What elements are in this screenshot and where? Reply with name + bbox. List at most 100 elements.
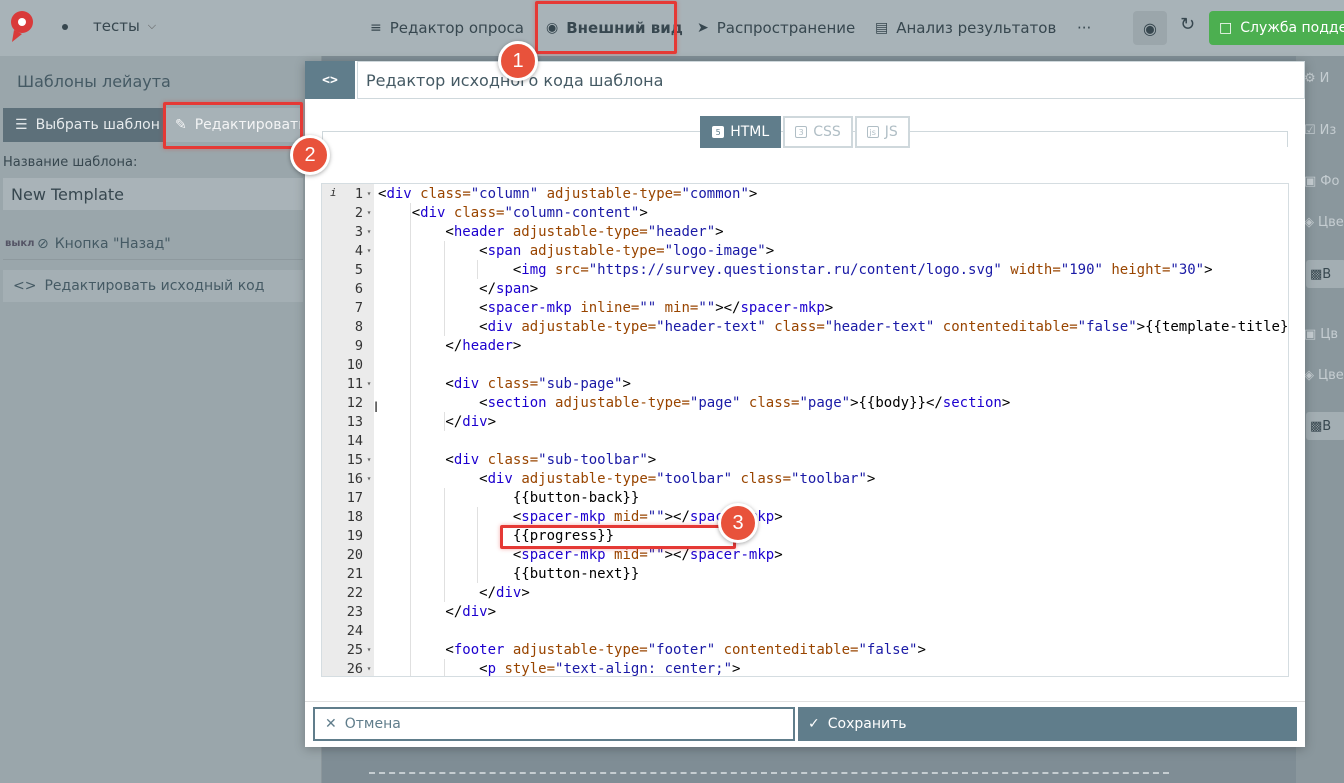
- line-number: 15: [346, 451, 363, 468]
- send-icon: ➤: [697, 20, 709, 36]
- annotation-step-badge: 1: [498, 41, 538, 81]
- more-menu-button[interactable]: ···: [1077, 0, 1091, 56]
- project-label: тесты: [93, 17, 140, 35]
- code-text: {{button-next}}: [512, 565, 640, 582]
- app-logo-icon[interactable]: [8, 10, 36, 44]
- nav-distribution[interactable]: ➤ Распространение: [697, 0, 855, 56]
- code-line: 9 </header>: [322, 336, 1288, 355]
- code-text: <div class="sub-page">: [378, 375, 631, 392]
- line-number: 19: [346, 527, 363, 544]
- nav-survey-editor[interactable]: ≡ Редактор опроса: [370, 0, 524, 56]
- sidebar-item[interactable]: ▣ Фо: [1304, 167, 1339, 195]
- sync-button[interactable]: ↻: [1180, 14, 1195, 35]
- line-number: 6: [354, 280, 363, 297]
- sidebar-item-label: Цве: [1318, 367, 1344, 383]
- code-text: </div>: [378, 413, 497, 430]
- sidebar-item-label: В: [1322, 418, 1332, 434]
- tab-label: CSS: [813, 124, 841, 140]
- code-line: 17 {{button-back}}: [322, 488, 1288, 507]
- annotation-highlight: [500, 525, 736, 549]
- toggle-row: ⊘ Кнопка "Назад": [37, 236, 171, 252]
- template-name-input[interactable]: New Template: [3, 178, 303, 210]
- paint-bucket-icon: ◈: [1304, 367, 1314, 383]
- code-line: 1 ▾ <div class="column" adjustable-type="c…: [322, 184, 1288, 203]
- fold-arrow-icon[interactable]: ▾: [364, 455, 374, 464]
- tabs-divider: [1287, 131, 1288, 147]
- eye-icon: ◉: [1143, 18, 1157, 38]
- line-number: 16: [346, 470, 363, 487]
- code-toggle-button[interactable]: <>: [305, 61, 355, 99]
- edit-source-code-button[interactable]: <> Редактировать исходный код: [3, 270, 303, 302]
- fold-arrow-icon[interactable]: ▾: [364, 645, 374, 654]
- code-text: <p style="text-align: center;">: [378, 660, 741, 677]
- line-number: 25: [346, 641, 363, 658]
- line-number: 1: [354, 185, 363, 202]
- code-line: 7 <spacer-mkp inline="" min=""></spacer-…: [322, 298, 1288, 317]
- nav-label: Распространение: [716, 19, 856, 37]
- nav-label: Анализ результатов: [896, 19, 1057, 37]
- save-button[interactable]: ✓ Сохранить: [798, 707, 1297, 741]
- code-text: <div class="column" adjustable-type="com…: [378, 185, 758, 202]
- fold-arrow-icon[interactable]: ▾: [364, 208, 374, 217]
- fold-arrow-icon[interactable]: ▾: [364, 246, 374, 255]
- line-number: 10: [346, 356, 363, 373]
- code-line: 25 ▾ <footer adjustable-type="footer" con…: [322, 640, 1288, 659]
- sidebar-item-label: Цве: [1318, 214, 1344, 230]
- toggle-label: Кнопка "Назад": [54, 235, 171, 252]
- support-button[interactable]: □ Служба поддерж: [1209, 11, 1344, 45]
- tab-label: JS: [884, 124, 898, 140]
- fold-arrow-icon[interactable]: ▾: [364, 379, 374, 388]
- code-text: <div class="column-content">: [378, 204, 648, 221]
- code-line: 14: [322, 431, 1288, 450]
- line-number: 5: [354, 261, 363, 278]
- code-line: 4 ▾ <span adjustable-type="logo-image">: [322, 241, 1288, 260]
- line-number: 4: [354, 242, 363, 259]
- tab-js[interactable]: js JS: [854, 116, 910, 148]
- tab-select-template[interactable]: ☰ Выбрать шаблон: [3, 108, 163, 142]
- check-icon: ✓: [808, 716, 820, 732]
- code-line: 3 ▾ <header adjustable-type="header">: [322, 222, 1288, 241]
- fold-arrow-icon[interactable]: ▾: [364, 474, 374, 483]
- code-icon: <>: [13, 278, 37, 294]
- source-label: Редактировать исходный код: [44, 278, 265, 294]
- code-text: <img src="https://survey.questionstar.ru…: [378, 261, 1213, 278]
- fold-arrow-icon[interactable]: ▾: [364, 227, 374, 236]
- tab-html[interactable]: 5 HTML: [700, 116, 782, 148]
- annotation-step-badge: 3: [718, 503, 758, 543]
- back-button-toggle[interactable]: выкл ⊘ Кнопка "Назад": [3, 228, 303, 260]
- nav-results-analysis[interactable]: ▤ Анализ результатов: [875, 0, 1056, 56]
- nav-label: Редактор опроса: [389, 19, 524, 37]
- code-text: {{button-back}}: [512, 489, 640, 506]
- code-line: 11 ▾ <div class="sub-page">: [322, 374, 1288, 393]
- css3-icon: 3: [795, 126, 808, 138]
- line-number: 13: [346, 413, 363, 430]
- source-code-editor-modal: <> Редактор исходного кода шаблона 5 HTM…: [305, 61, 1305, 747]
- cancel-label: Отмена: [344, 716, 401, 732]
- sidebar-header: ⚙ И: [1304, 64, 1329, 92]
- sidebar-item-label: В: [1322, 266, 1332, 282]
- fold-arrow-icon[interactable]: ▾: [364, 189, 374, 198]
- modal-footer: ✕ Отмена ✓ Сохранить: [305, 701, 1305, 741]
- code-line: 20 <spacer-mkp mid=""></spacer-mkp>: [322, 545, 1288, 564]
- line-number: 22: [346, 584, 363, 601]
- preview-button[interactable]: ◉: [1133, 11, 1167, 45]
- code-editor[interactable]: i 1 ▾ <div class="column" adjustable-type=…: [321, 183, 1289, 677]
- project-selector[interactable]: тесты ⌵: [93, 17, 156, 35]
- line-number: 7: [354, 299, 363, 316]
- cancel-button[interactable]: ✕ Отмена: [313, 707, 795, 741]
- sidebar-button[interactable]: ▩ В: [1306, 412, 1344, 440]
- sidebar-item-label: Из: [1319, 122, 1337, 138]
- fold-arrow-icon[interactable]: ▾: [364, 664, 374, 673]
- sidebar-item[interactable]: ◈ Цве: [1304, 208, 1344, 236]
- chevron-down-icon: ⌵: [147, 19, 157, 32]
- sidebar-item[interactable]: ☑ Из: [1304, 116, 1336, 144]
- html5-icon: 5: [712, 126, 725, 138]
- sidebar-item-label: И: [1319, 70, 1330, 86]
- line-number: 26: [346, 660, 363, 677]
- eye-off-icon: ⊘: [37, 235, 49, 252]
- sidebar-item[interactable]: ◈ Цве: [1304, 361, 1344, 389]
- code-line: 5 <img src="https://survey.questionstar.…: [322, 260, 1288, 279]
- tab-css[interactable]: 3 CSS: [783, 116, 853, 148]
- sidebar-item[interactable]: ▣ Цв: [1304, 320, 1338, 348]
- sidebar-button[interactable]: ▩ В: [1306, 260, 1344, 288]
